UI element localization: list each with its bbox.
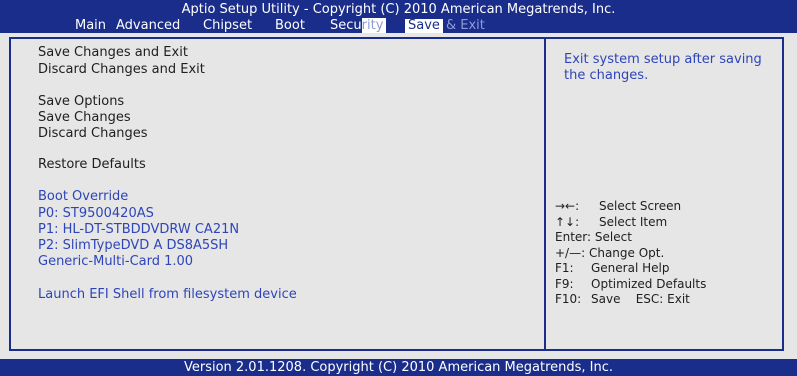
key-enter-desc: Select	[594, 230, 632, 244]
header-bar: Aptio Setup Utility - Copyright (C) 2010…	[0, 0, 797, 33]
help-text: Exit system setup after saving the chang…	[564, 52, 762, 83]
menu-save-changes-exit[interactable]: Save Changes and Exit	[38, 45, 188, 60]
key-save-exit-desc: Save ESC: Exit	[591, 292, 690, 306]
tab-exit-fragment: & Exit	[446, 18, 485, 33]
tab-save-exit[interactable]: Save	[405, 19, 443, 33]
menu-restore-defaults[interactable]: Restore Defaults	[38, 157, 146, 172]
key-change-opt-desc: Change Opt.	[588, 245, 665, 260]
menu-boot-p1[interactable]: P1: HL-DT-STBDDVDRW CA21N	[38, 222, 239, 237]
menu-discard-changes-exit[interactable]: Discard Changes and Exit	[38, 62, 205, 77]
key-optimized-defaults-key: F9:	[555, 276, 574, 291]
tab-security-label: Secu	[330, 18, 362, 33]
tab-advanced[interactable]: Advanced	[116, 19, 180, 33]
tab-boot[interactable]: Boot	[275, 19, 305, 33]
menu-boot-p2[interactable]: P2: SlimTypeDVD A DS8A5SH	[38, 238, 228, 253]
key-general-help-key: F1:	[555, 261, 574, 275]
key-general-help-desc: General Help	[591, 261, 670, 275]
key-select-screen-desc: Select Screen	[599, 199, 682, 213]
menu-launch-efi-shell[interactable]: Launch EFI Shell from filesystem device	[38, 287, 297, 302]
key-optimized-defaults: F9: Optimized Defaults	[555, 277, 706, 293]
tab-chipset[interactable]: Chipset	[203, 19, 252, 33]
key-enter-key: Enter:	[555, 230, 592, 244]
footer-bar: Version 2.01.1208. Copyright (C) 2010 Am…	[0, 359, 797, 376]
key-select-screen: →←: Select Screen	[555, 199, 681, 215]
key-select-item-desc: Select Item	[599, 214, 668, 229]
key-change-opt-key: +/—:	[555, 245, 586, 260]
tab-bar: Main Advanced Chipset Boot Security Save…	[0, 18, 797, 33]
tab-main[interactable]: Main	[75, 19, 106, 33]
menu-boot-p0[interactable]: P0: ST9500420AS	[38, 206, 154, 221]
tab-security[interactable]: Security	[330, 18, 387, 33]
key-change-opt: +/—: Change Opt.	[555, 246, 664, 262]
key-save-exit-key: F10:	[555, 292, 582, 306]
app-title: Aptio Setup Utility - Copyright (C) 2010…	[181, 2, 616, 17]
key-select-item-key: ↑↓:	[555, 214, 580, 229]
menu-save-changes[interactable]: Save Changes	[38, 110, 131, 125]
menu-boot-override-heading: Boot Override	[38, 189, 129, 204]
key-select-screen-key: →←:	[555, 199, 580, 213]
footer-version-text: Version 2.01.1208. Copyright (C) 2010 Am…	[183, 360, 614, 375]
key-select-item: ↑↓: Select Item	[555, 215, 667, 231]
menu-boot-generic-card[interactable]: Generic-Multi-Card 1.00	[38, 254, 193, 269]
tab-save-label: Save	[408, 18, 440, 33]
tab-security-overlap: rity	[361, 18, 387, 33]
key-optimized-defaults-desc: Optimized Defaults	[591, 276, 707, 291]
key-enter: Enter: Select	[555, 230, 632, 246]
key-general-help: F1: General Help	[555, 261, 669, 277]
key-save-exit: F10: Save ESC: Exit	[555, 292, 690, 308]
menu-save-options-heading: Save Options	[38, 94, 125, 109]
panel-divider	[544, 39, 546, 349]
menu-discard-changes[interactable]: Discard Changes	[38, 126, 148, 141]
